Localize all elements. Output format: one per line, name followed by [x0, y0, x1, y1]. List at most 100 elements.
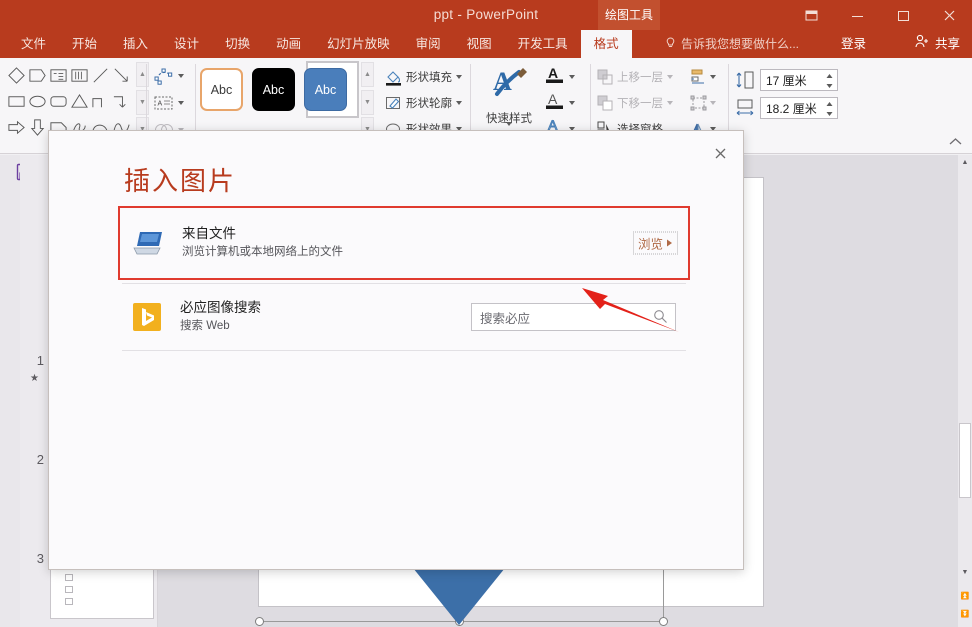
group-button[interactable]: [690, 90, 724, 116]
shape-styles-scroll-up-icon[interactable]: ▲: [361, 62, 374, 87]
shape-height-icon: [735, 70, 755, 90]
shape-pentagon-icon[interactable]: [28, 66, 47, 85]
bing-search-input[interactable]: 搜索必应: [471, 303, 676, 331]
send-backward-label: 下移一层: [617, 95, 663, 111]
shape-outline-button[interactable]: 形状轮廓: [385, 90, 463, 116]
shapes-gallery-scroll-down-icon[interactable]: ▼: [136, 90, 149, 115]
text-outline-caret-icon[interactable]: [569, 101, 575, 105]
shape-style-item-2[interactable]: Abc: [252, 68, 295, 111]
scrollbar-thumb[interactable]: [959, 423, 971, 498]
tab-home[interactable]: 开始: [59, 30, 110, 58]
bing-search-placeholder: 搜索必应: [480, 308, 530, 327]
stepper-up-icon[interactable]: [825, 100, 834, 108]
shape-arrow-line-icon[interactable]: [112, 66, 131, 85]
blue-triangle-down-shape[interactable]: [409, 563, 509, 625]
ribbon-display-options-icon[interactable]: [788, 0, 834, 30]
lightbulb-icon: [665, 31, 676, 59]
stepper-down-icon[interactable]: [825, 110, 834, 118]
source-from-file-text: 来自文件 浏览计算机或本地网络上的文件: [182, 224, 343, 262]
edit-shape-caret-icon[interactable]: [178, 74, 184, 78]
shape-width-stepper[interactable]: [825, 99, 834, 119]
next-slide-icon[interactable]: ⏬: [958, 607, 972, 621]
text-fill-caret-icon[interactable]: [569, 75, 575, 79]
tab-slideshow[interactable]: 幻灯片放映: [314, 30, 403, 58]
shape-width-input[interactable]: 18.2 厘米: [760, 97, 838, 119]
shape-ellipse-icon[interactable]: [28, 92, 47, 111]
browse-link[interactable]: 浏览: [633, 232, 678, 255]
collapse-ribbon-icon[interactable]: [949, 137, 962, 149]
shape-down-arrow-icon[interactable]: [28, 118, 47, 137]
thumbnail-number-1: 1: [28, 353, 44, 368]
source-from-file-action[interactable]: 浏览: [633, 232, 678, 255]
canvas-vertical-scrollbar[interactable]: ▲ ▼ ⏫ ⏬: [958, 155, 972, 627]
dialog-close-icon[interactable]: [706, 140, 734, 166]
text-fill-button[interactable]: A: [545, 64, 587, 90]
shape-width-row: 18.2 厘米: [735, 94, 845, 122]
minimize-icon[interactable]: [834, 0, 880, 30]
shape-elbow-connector-icon[interactable]: [91, 92, 110, 111]
shape-right-arrow-icon[interactable]: [7, 118, 26, 137]
shape-textbox-icon[interactable]: [49, 66, 68, 85]
shape-styles-gallery[interactable]: Abc Abc Abc: [200, 68, 347, 111]
sign-in-button[interactable]: 登录: [841, 30, 866, 58]
shape-diamond-icon[interactable]: [7, 66, 26, 85]
shape-vertical-textbox-icon[interactable]: [70, 66, 89, 85]
text-box-caret-icon[interactable]: [178, 101, 184, 105]
shape-rounded-rectangle-icon[interactable]: [49, 92, 68, 111]
scroll-down-icon[interactable]: ▼: [958, 565, 972, 579]
shape-height-input[interactable]: 17 厘米: [760, 69, 838, 91]
send-backward-button[interactable]: 下移一层: [597, 90, 685, 116]
shapes-gallery-scroll-up-icon[interactable]: ▲: [136, 62, 149, 87]
left-rail: [0, 155, 20, 627]
shape-fill-caret-icon[interactable]: [456, 75, 462, 79]
shape-style-item-1[interactable]: Abc: [200, 68, 243, 111]
source-from-file[interactable]: 来自文件 浏览计算机或本地网络上的文件 浏览: [118, 206, 690, 280]
tab-animations[interactable]: 动画: [263, 30, 314, 58]
edit-shape-button[interactable]: [153, 64, 199, 88]
tab-insert[interactable]: 插入: [110, 30, 161, 58]
align-caret-icon[interactable]: [710, 75, 716, 79]
shape-elbow-arrow-connector-icon[interactable]: [112, 92, 131, 111]
source-bing-action[interactable]: 搜索必应: [471, 303, 676, 331]
selection-handle-bottom-left[interactable]: [255, 617, 264, 626]
tab-view[interactable]: 视图: [454, 30, 505, 58]
group-caret-icon[interactable]: [710, 101, 716, 105]
insert-picture-dialog[interactable]: 插入图片 来自文件 浏览计算机或本地网络上的文件: [48, 130, 744, 570]
tab-design[interactable]: 设计: [161, 30, 212, 58]
tell-me-search[interactable]: 告诉我您想要做什么...: [665, 30, 799, 58]
source-bing-image-search[interactable]: 必应图像搜索 搜索 Web 搜索必应: [122, 284, 686, 350]
group-icon: [690, 95, 707, 111]
text-box-button[interactable]: A: [153, 91, 199, 115]
shape-outline-caret-icon[interactable]: [456, 101, 462, 105]
share-button[interactable]: 共享: [915, 30, 960, 58]
magnifier-icon[interactable]: [653, 309, 668, 327]
tab-developer[interactable]: 开发工具: [505, 30, 581, 58]
shape-triangle-icon[interactable]: [70, 92, 89, 111]
stepper-down-icon[interactable]: [825, 82, 834, 90]
close-icon[interactable]: [926, 0, 972, 30]
text-outline-button[interactable]: A: [545, 90, 587, 116]
tab-review[interactable]: 审阅: [403, 30, 454, 58]
selection-handle-bottom-right[interactable]: [659, 617, 668, 626]
shape-rectangle-icon[interactable]: [7, 92, 26, 111]
bring-forward-button[interactable]: 上移一层: [597, 64, 685, 90]
browse-chevron-icon: [666, 236, 673, 250]
tab-transitions[interactable]: 切换: [212, 30, 263, 58]
send-backward-caret-icon[interactable]: [667, 101, 673, 105]
tab-format[interactable]: 格式: [581, 30, 632, 58]
align-button[interactable]: [690, 64, 724, 90]
shape-fill-button[interactable]: 形状填充: [385, 64, 463, 90]
maximize-icon[interactable]: [880, 0, 926, 30]
shape-fill-label: 形状填充: [406, 69, 452, 85]
stepper-up-icon[interactable]: [825, 72, 834, 80]
shape-style-item-3[interactable]: Abc: [304, 68, 347, 111]
shape-line-icon[interactable]: [91, 66, 110, 85]
pencil-outline-icon: [385, 95, 402, 112]
previous-slide-icon[interactable]: ⏫: [958, 589, 972, 603]
shape-height-stepper[interactable]: [825, 71, 834, 91]
bring-forward-caret-icon[interactable]: [667, 75, 673, 79]
scroll-up-icon[interactable]: ▲: [958, 155, 972, 169]
shape-styles-scroll-down-icon[interactable]: ▼: [361, 90, 374, 115]
tab-file[interactable]: 文件: [8, 30, 59, 58]
send-backward-icon: [597, 95, 613, 111]
